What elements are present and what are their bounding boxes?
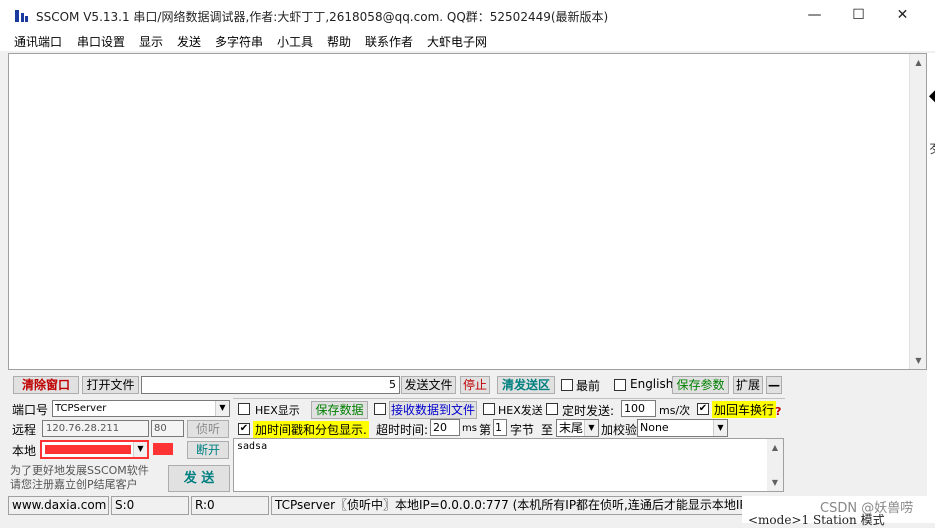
send-file-button[interactable]: 发送文件 [401,376,456,394]
chevron-down-icon: ▼ [215,401,229,416]
app-logo-icon [15,10,28,22]
expand-button[interactable]: 扩展 [733,376,763,394]
menu-tools[interactable]: 小工具 [277,33,313,50]
csdn-watermark: CSDN @妖兽唠 [820,501,914,516]
timestamp-label: 加时间戳和分包显示. [253,421,369,438]
menu-multi-string[interactable]: 多字符串 [215,33,263,50]
title-bar: SSCOM V5.13.1 串口/网络数据调试器,作者:大虾丁丁,2618058… [0,0,935,31]
status-received: R:0 [191,496,269,515]
file-num: 5 [389,378,396,391]
hex-send-checkbox[interactable] [483,403,495,415]
help-icon[interactable]: ? [775,405,781,418]
receive-area[interactable]: ▲ ▼ [8,53,927,370]
chevron-down-icon: ▼ [584,420,598,436]
clear-window-button[interactable]: 清除窗口 [13,376,79,394]
interval-unit: ms/次 [659,404,691,417]
bg-glyph-2: 歹 [929,140,935,157]
end-select[interactable]: 末尾 ▼ [556,419,599,437]
window-title: SSCOM V5.13.1 串口/网络数据调试器,作者:大虾丁丁,2618058… [36,10,609,24]
english-label: English [630,377,674,391]
scroll-up-icon[interactable]: ▲ [910,54,927,71]
receive-scrollbar[interactable]: ▲ ▼ [909,54,926,369]
topmost-checkbox[interactable] [561,379,573,391]
send-text: sadsa [237,441,268,452]
close-button[interactable]: ✕ [880,0,925,31]
menu-contact[interactable]: 联系作者 [365,33,413,50]
english-checkbox[interactable] [614,379,626,391]
menu-comm-port[interactable]: 通讯端口 [14,33,62,50]
listen-button[interactable]: 侦听 [187,420,229,438]
menu-serial-settings[interactable]: 串口设置 [77,33,125,50]
stop-button[interactable]: 停止 [460,376,490,394]
open-file-button[interactable]: 打开文件 [82,376,139,394]
menu-send[interactable]: 发送 [177,33,201,50]
timed-send-label: 定时发送: [562,404,615,418]
hex-send-label: HEX发送 [498,404,543,417]
hex-display-label: HEX显示 [255,404,300,417]
status-sent: S:0 [111,496,189,515]
timeout-input[interactable]: 20 [430,419,460,436]
recv-to-file-button[interactable]: 接收数据到文件 [389,401,477,419]
remote-ip-input[interactable]: 120.76.28.211 [42,420,149,437]
status-site: www.daxia.com [8,496,109,515]
save-params-button[interactable]: 保存参数 [672,376,729,394]
menu-help[interactable]: 帮助 [327,33,351,50]
send-textarea[interactable]: sadsa ▲ ▼ [233,438,784,492]
timestamp-checkbox[interactable]: ✔ [238,423,250,435]
hex-display-checkbox[interactable] [238,403,250,415]
local-label: 本地 [12,444,37,458]
scroll-down-icon[interactable]: ▼ [910,352,927,369]
port-select[interactable]: TCPServer ▼ [52,400,230,417]
background-window-strip [927,53,935,523]
minimize-button[interactable]: — [792,0,837,31]
checksum-label: 加校验 [601,423,638,437]
local-ip-highlight [45,445,131,454]
byte-label: 字节 [510,423,535,437]
interval-input[interactable]: 100 [621,400,656,417]
chevron-down-icon: ▼ [713,420,727,436]
send-scrollbar[interactable]: ▲ ▼ [767,439,783,491]
local-ip-select[interactable]: ▼ [40,440,149,459]
menu-daxia-site[interactable]: 大虾电子网 [427,33,487,50]
local-port-input[interactable] [153,443,173,455]
status-message: TCPserver〖侦听中〗本地IP=0.0.0.0:777 (本机所有IP都在… [271,496,746,515]
bg-glyph-1: ◆ [929,85,935,106]
menu-display[interactable]: 显示 [139,33,163,50]
timeout-unit: ms [462,423,477,434]
send-button[interactable]: 发 送 [168,465,230,492]
checksum-value: None [640,421,669,434]
scroll-up-icon[interactable]: ▲ [767,439,783,456]
disconnect-button[interactable]: 断开 [187,441,229,459]
menu-bar: 通讯端口 串口设置 显示 发送 多字符串 小工具 帮助 联系作者 大虾电子网 [0,31,935,51]
promo-text: 为了更好地发展SSCOM软件 请您注册嘉立创P结尾客户 [10,464,149,492]
timed-send-checkbox[interactable] [546,403,558,415]
byte-index-input[interactable]: 1 [493,419,507,436]
clear-send-button[interactable]: 清发送区 [497,376,555,394]
add-crlf-checkbox[interactable]: ✔ [697,403,709,415]
topmost-label: 最前 [576,379,601,393]
remote-port-input[interactable]: 80 [151,420,184,437]
file-path-input[interactable]: 5 [141,376,400,394]
save-data-button[interactable]: 保存数据 [311,401,368,419]
byte-di-label: 第 [479,423,492,437]
promo-line-2: 请您注册嘉立创P结尾客户 [10,478,138,491]
recv-to-file-checkbox[interactable] [374,403,386,415]
checksum-select[interactable]: None ▼ [637,419,728,437]
maximize-button[interactable]: ☐ [836,0,881,31]
to-label: 至 [541,423,554,437]
add-crlf-label: 加回车换行 [712,401,777,418]
chevron-down-icon: ▼ [133,442,147,457]
port-value: TCPServer [55,403,107,414]
scroll-down-icon[interactable]: ▼ [767,474,783,491]
end-value: 末尾 [559,421,584,435]
collapse-button[interactable]: — [766,376,782,394]
remote-label: 远程 [12,423,37,437]
timeout-label: 超时时间: [376,423,429,437]
promo-line-1: 为了更好地发展SSCOM软件 [10,464,149,477]
port-label: 端口号 [12,403,49,417]
